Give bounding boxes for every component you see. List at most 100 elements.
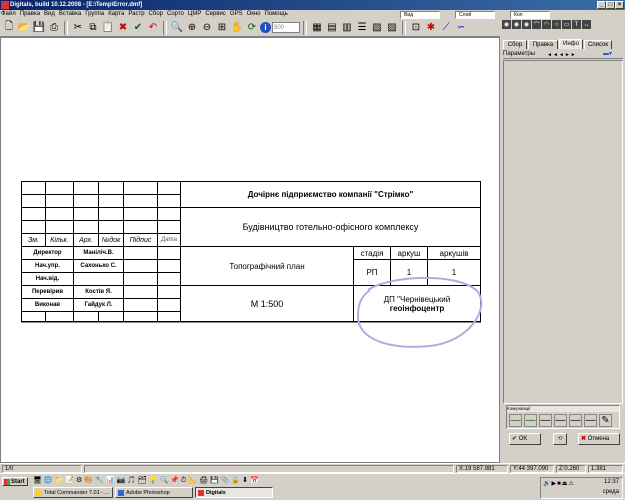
zoom-icon[interactable]: 🔍: [170, 21, 184, 35]
dash-line-icon[interactable]: —: [524, 414, 537, 427]
annotation-ellipse: [356, 276, 483, 348]
point-icon[interactable]: ◉: [512, 20, 521, 29]
refresh-icon[interactable]: ⟳: [245, 21, 259, 35]
dash-line-icon[interactable]: —: [584, 414, 597, 427]
dash-line-icon[interactable]: —: [509, 414, 522, 427]
menu-view[interactable]: Вид: [44, 11, 55, 17]
menu-orto[interactable]: Сорто: [167, 11, 184, 17]
right-toolbar: ◉ ◉ ◉ ⌒ ◠ ○ ▭ T ↔: [501, 19, 625, 39]
line-icon[interactable]: ⌒: [532, 20, 541, 29]
header-change: Зм.: [21, 233, 46, 247]
menu-insert[interactable]: Вставка: [59, 11, 81, 17]
copy-icon[interactable]: ⧉: [86, 21, 100, 35]
measure-icon[interactable]: ↔: [582, 20, 591, 29]
y-coordinate: Y:44 397.090: [510, 465, 554, 473]
menu-help[interactable]: Помощь: [265, 11, 288, 17]
menu-map[interactable]: Карта: [108, 11, 124, 17]
menu-dem[interactable]: ЦМР: [188, 11, 201, 17]
menu-edit[interactable]: Правка: [20, 11, 40, 17]
print-icon[interactable]: ⎙: [47, 21, 61, 35]
dash-line-icon[interactable]: —: [554, 414, 567, 427]
window-title: Digitals, build 10.12.2008 - [E:\Temp\Er…: [10, 2, 143, 8]
pencil-icon[interactable]: ✎: [599, 414, 612, 427]
task-photoshop[interactable]: Adobe Photoshop: [115, 487, 193, 498]
name-head-dept: Сахонько С.: [73, 259, 124, 273]
header-date: Дата: [157, 233, 181, 247]
undo-icon[interactable]: ↶: [146, 21, 160, 35]
status-bar: 1/0 X:19 587.981 Y:44 397.090 Z:0.260 1:…: [0, 463, 625, 473]
check-icon[interactable]: ✔: [131, 21, 145, 35]
zoom-input[interactable]: 500: [272, 22, 300, 33]
layers-icon[interactable]: ▤: [325, 21, 339, 35]
new-file-icon[interactable]: 🗋: [2, 21, 16, 35]
zoom-out-icon[interactable]: ⊖: [200, 21, 214, 35]
rect-icon[interactable]: ▭: [562, 20, 571, 29]
menu-raster[interactable]: Растр: [128, 11, 144, 17]
maximize-button[interactable]: □: [606, 1, 615, 9]
tab-edit[interactable]: Правка: [528, 40, 558, 49]
tab-info[interactable]: Инфо: [559, 39, 583, 49]
node-icon[interactable]: ◉: [522, 20, 531, 29]
attribute-icon[interactable]: ▧: [370, 21, 384, 35]
menu-service[interactable]: Сервис: [205, 11, 226, 17]
menu-window[interactable]: Окно: [247, 11, 261, 17]
layer-dropdown[interactable]: Слой: [455, 11, 495, 19]
cut-icon[interactable]: ✂: [71, 21, 85, 35]
pan-icon[interactable]: ✋: [230, 21, 244, 35]
stage-header: стадія: [353, 246, 391, 260]
menu-gps[interactable]: GPS: [230, 11, 243, 17]
task-total-commander[interactable]: Total Commander 7.01 - ...: [33, 487, 113, 498]
main-toolbar: 🗋 📂 💾 ⎙ ✂ ⧉ 📋 ✖ ✔ ↶ 🔍 ⊕ ⊖ ⊞ ✋ ⟳ i 500 ▦ …: [0, 19, 500, 37]
name-head-section: [73, 272, 124, 286]
arc-icon[interactable]: ◠: [542, 20, 551, 29]
ok-button[interactable]: ✔ OK: [509, 433, 541, 445]
params-row: Параметры ◄◄◄►► ▬▾: [503, 49, 623, 59]
open-folder-icon[interactable]: 📂: [17, 21, 31, 35]
menu-collect[interactable]: Сбор: [149, 11, 163, 17]
start-button[interactable]: Start: [2, 477, 28, 486]
params-menu-icon[interactable]: ▬▾: [603, 49, 612, 59]
rollback-button[interactable]: ⟲: [553, 433, 567, 445]
snap-icon[interactable]: ◉: [502, 20, 511, 29]
text-icon[interactable]: T: [572, 20, 581, 29]
circle-icon[interactable]: ○: [552, 20, 561, 29]
save-icon[interactable]: 💾: [32, 21, 46, 35]
paste-icon[interactable]: 📋: [101, 21, 115, 35]
zoom-in-icon[interactable]: ⊕: [185, 21, 199, 35]
tray-icons[interactable]: 🔊▶■⏏⚠: [543, 480, 575, 487]
menu-file[interactable]: Файл: [1, 11, 16, 17]
image-icon[interactable]: ▨: [385, 21, 399, 35]
z-coordinate: Z:0.260: [556, 465, 586, 473]
table-icon[interactable]: ▥: [340, 21, 354, 35]
color-dropdown[interactable]: Кол: [510, 11, 550, 19]
select-icon[interactable]: ⊡: [409, 21, 423, 35]
nav-arrows-icon[interactable]: ◄◄◄►►: [547, 50, 577, 60]
grid-icon[interactable]: ▦: [310, 21, 324, 35]
dash-line-icon[interactable]: —: [539, 414, 552, 427]
info-icon[interactable]: i: [260, 22, 271, 33]
right-panel: ◉ ◉ ◉ ⌒ ◠ ○ ▭ T ↔ Сбор Правка Инфо Списо…: [501, 19, 625, 463]
role-head-dept: Нач.упр.: [21, 259, 74, 273]
curve-icon[interactable]: ∽: [454, 21, 468, 35]
clock: 12:37: [603, 479, 619, 485]
menu-group[interactable]: Группа: [85, 11, 104, 17]
info-content-area: [503, 60, 623, 404]
list-icon[interactable]: ☰: [355, 21, 369, 35]
tab-list[interactable]: Список: [584, 40, 612, 49]
cancel-button[interactable]: ✖ Отмена: [578, 433, 620, 445]
polyline-icon[interactable]: ⟋: [439, 21, 453, 35]
quick-launch-bar[interactable]: 🖥🌐📁📝⚙🎨🔧📊📷🎵🗂💡🔍📌⏱📐🖨💾📎🔒⬇📅: [33, 476, 625, 486]
name-checked: Костів Я.: [73, 285, 124, 299]
app-icon: [1, 1, 9, 9]
tool-icon[interactable]: ✱: [424, 21, 438, 35]
tab-collect[interactable]: Сбор: [503, 40, 527, 49]
menu-bar: Файл Правка Вид Вставка Группа Карта Растр Сбор…: [0, 10, 625, 19]
close-button[interactable]: ×: [615, 1, 624, 9]
dash-line-icon[interactable]: —: [569, 414, 582, 427]
name-director: Маніліч.В.: [73, 246, 124, 260]
task-digitals[interactable]: Digitals: [195, 487, 273, 498]
delete-icon[interactable]: ✖: [116, 21, 130, 35]
minimize-button[interactable]: _: [597, 1, 606, 9]
view-dropdown[interactable]: Вид: [400, 11, 440, 19]
zoom-window-icon[interactable]: ⊞: [215, 21, 229, 35]
